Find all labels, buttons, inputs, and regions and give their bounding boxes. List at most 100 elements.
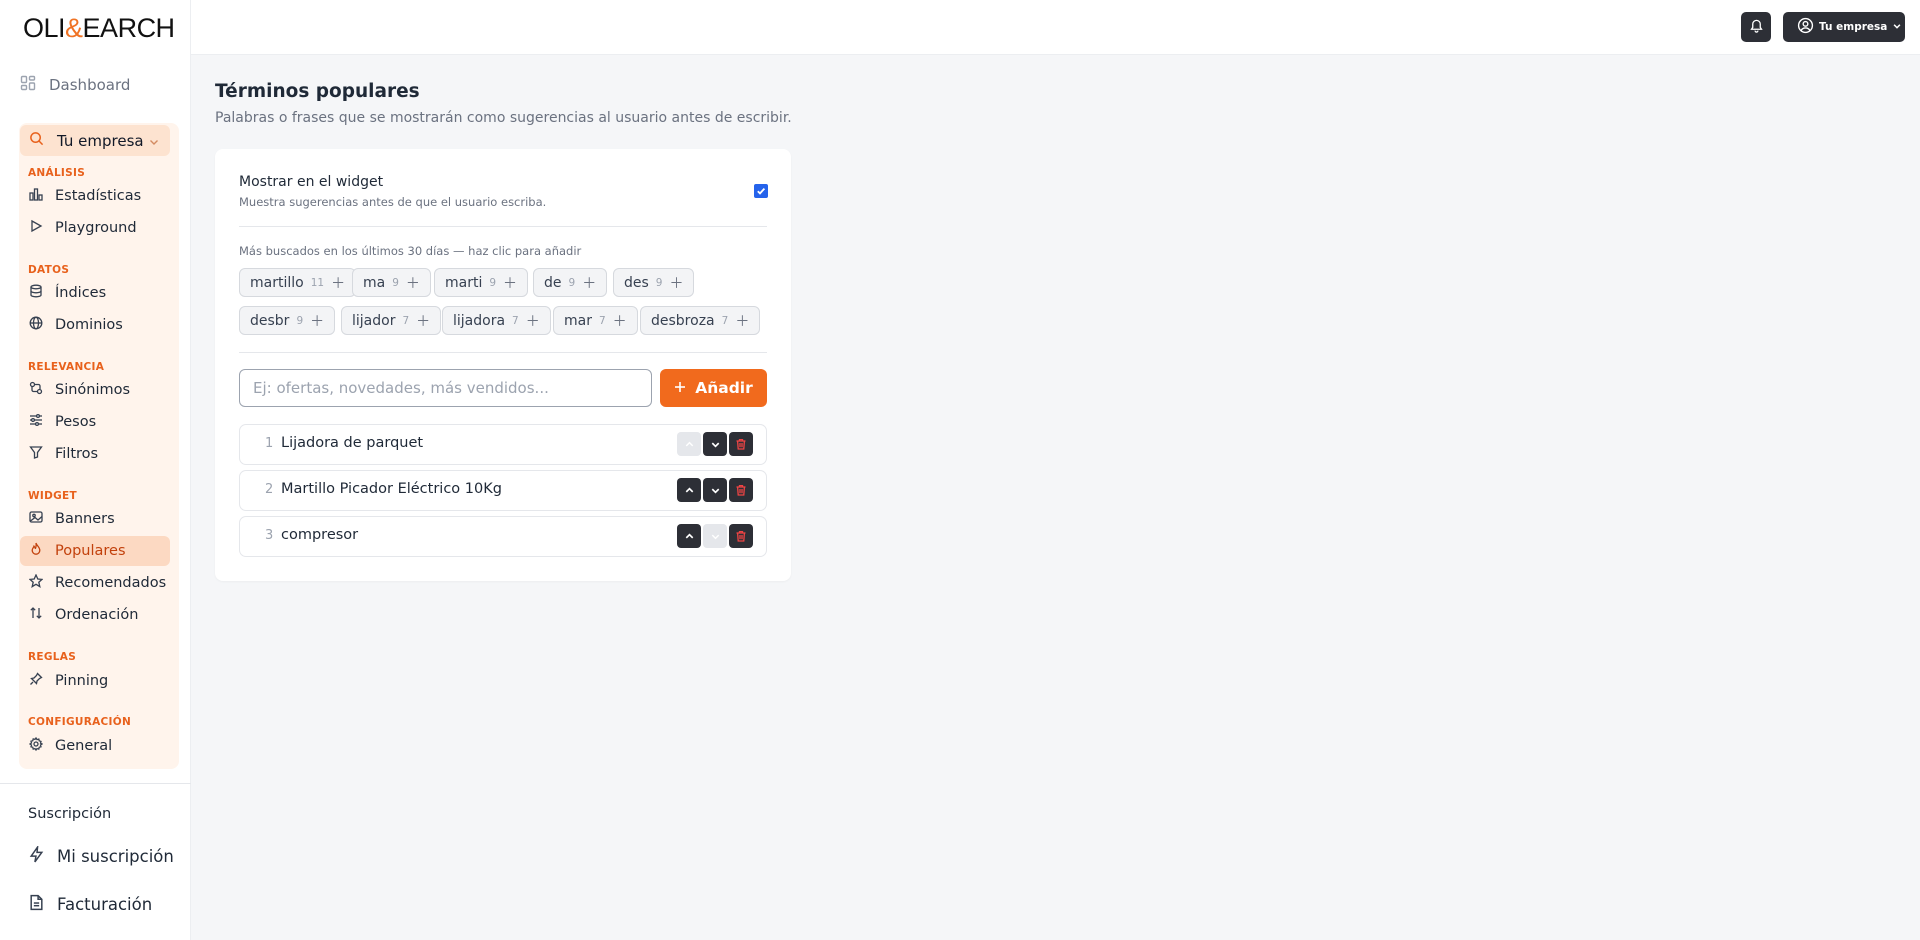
sidebar-item-stats[interactable]: Estadísticas: [20, 181, 170, 211]
trash-icon: [735, 481, 747, 500]
dashboard-icon: [20, 75, 36, 95]
chip-count: 7: [512, 314, 519, 327]
chip-count: 9: [655, 276, 663, 289]
chip-count: 9: [489, 276, 497, 289]
chip-count: 7: [721, 314, 729, 327]
sidebar-item-billing[interactable]: Facturación: [28, 894, 152, 915]
chip-term: lijadora: [453, 312, 506, 329]
chip-term: desbr: [250, 312, 290, 329]
sidebar-item-banners[interactable]: Banners: [20, 504, 170, 534]
term-label: compresor: [281, 527, 359, 543]
suggestion-chip[interactable]: marti 9 ＋: [434, 268, 529, 297]
chip-count: 9: [568, 276, 576, 289]
invoice-icon: [28, 894, 45, 915]
sidebar: OLI&EARCH Dashboard Tu empresa ANÁLISIS …: [0, 0, 191, 940]
suggestion-chip[interactable]: mar 7 ＋: [553, 306, 638, 335]
pin-icon: [29, 672, 43, 690]
user-menu-button[interactable]: Tu empresa: [1783, 12, 1905, 42]
suggestion-chip[interactable]: desbr 9 ＋: [239, 306, 336, 335]
sidebar-item-label: Índices: [55, 285, 107, 301]
plus-icon: ＋: [525, 313, 540, 330]
plus-icon: ＋: [416, 313, 431, 330]
chevron-up-icon: [684, 481, 695, 500]
database-icon: [29, 284, 43, 302]
chevron-up-icon: [684, 527, 695, 546]
suggestion-chip[interactable]: martillo 11 ＋: [239, 268, 357, 297]
sidebar-item-recommended[interactable]: Recomendados: [20, 568, 170, 598]
suggestion-chip[interactable]: ma 9 ＋: [352, 268, 431, 297]
plus-icon: ＋: [669, 275, 684, 292]
sidebar-item-my-subscription[interactable]: Mi suscripción: [28, 844, 174, 867]
sidebar-item-label: Playground: [55, 220, 137, 236]
sidebar-item-label: Estadísticas: [55, 188, 142, 204]
sidebar-item-sorting[interactable]: Ordenación: [20, 600, 170, 630]
move-up-button[interactable]: [677, 478, 701, 502]
section-relevance: RELEVANCIA: [28, 361, 105, 373]
delete-term-button[interactable]: [729, 432, 753, 456]
sidebar-item-filters[interactable]: Filtros: [20, 439, 170, 469]
sidebar-item-general[interactable]: General: [20, 731, 170, 761]
sidebar-item-label: Pinning: [55, 673, 109, 689]
notifications-button[interactable]: [1741, 12, 1771, 42]
sidebar-item-pinning[interactable]: Pinning: [20, 666, 170, 696]
logo[interactable]: OLI&EARCH: [23, 13, 175, 44]
term-row: 2 Martillo Picador Eléctrico 10Kg: [239, 470, 767, 511]
section-data: DATOS: [28, 264, 70, 276]
sidebar-item-dashboard[interactable]: Dashboard: [20, 74, 130, 96]
sidebar-item-label: Pesos: [55, 414, 97, 430]
sidebar-item-label: Banners: [55, 511, 115, 527]
chip-count: 11: [310, 276, 325, 289]
term-label: Lijadora de parquet: [281, 435, 424, 451]
image-icon: [29, 510, 43, 528]
move-down-button[interactable]: [703, 478, 727, 502]
new-term-input[interactable]: [239, 369, 652, 407]
add-term-button[interactable]: Añadir: [660, 369, 767, 407]
term-row: 1 Lijadora de parquet: [239, 424, 767, 465]
sidebar-item-label: Filtros: [55, 446, 99, 462]
plus-icon: ＋: [503, 275, 518, 292]
plus-icon: ＋: [310, 313, 325, 330]
chip-count: 7: [402, 314, 410, 327]
delete-term-button[interactable]: [729, 478, 753, 502]
sidebar-item-weights[interactable]: Pesos: [20, 407, 170, 437]
suggestion-chip[interactable]: lijador 7 ＋: [341, 306, 442, 335]
user-menu-label: Tu empresa: [1819, 21, 1888, 33]
globe-icon: [29, 316, 43, 334]
chip-count: 7: [598, 314, 606, 327]
sidebar-item-domains[interactable]: Dominios: [20, 310, 170, 340]
widget-toggle-description: Muestra sugerencias antes de que el usua…: [239, 195, 547, 209]
chip-term: de: [544, 274, 562, 291]
suggestion-chip[interactable]: desbroza 7 ＋: [640, 306, 761, 335]
sidebar-item-indices[interactable]: Índices: [20, 278, 170, 308]
suggestion-chip[interactable]: lijadora 7 ＋: [442, 306, 551, 335]
chevron-down-icon: [710, 435, 721, 454]
chevron-up-icon: [684, 435, 695, 454]
sidebar-item-popular[interactable]: Populares: [20, 536, 170, 566]
suggestion-chip[interactable]: de 9 ＋: [533, 268, 608, 297]
chip-term: mar: [564, 312, 592, 329]
add-term-button-label: Añadir: [695, 379, 753, 397]
bell-icon: [1749, 18, 1764, 37]
plus-icon: ＋: [405, 275, 420, 292]
move-up-button[interactable]: [677, 524, 701, 548]
popular-terms-card: Mostrar en el widget Muestra sugerencias…: [215, 149, 791, 581]
move-down-button[interactable]: [703, 432, 727, 456]
move-down-button[interactable]: [703, 524, 727, 548]
section-analysis: ANÁLISIS: [28, 167, 86, 179]
section-config: CONFIGURACIÓN: [28, 716, 132, 728]
suggestion-chip[interactable]: des 9 ＋: [613, 268, 695, 297]
company-selector[interactable]: Tu empresa: [20, 125, 170, 156]
sidebar-item-playground[interactable]: Playground: [20, 213, 170, 243]
trash-icon: [735, 435, 747, 454]
chevron-down-icon: [148, 134, 160, 152]
section-rules: REGLAS: [28, 651, 77, 663]
sidebar-item-synonyms[interactable]: Sinónimos: [20, 375, 170, 405]
sidebar-nav-panel: Tu empresa ANÁLISIS Estadísticas Playgro…: [19, 123, 179, 769]
chip-term: des: [624, 274, 649, 291]
delete-term-button[interactable]: [729, 524, 753, 548]
chip-count: 9: [296, 314, 304, 327]
chip-term: desbroza: [651, 312, 715, 329]
move-up-button[interactable]: [677, 432, 701, 456]
show-in-widget-checkbox[interactable]: [754, 184, 768, 198]
term-row: 3 compresor: [239, 516, 767, 557]
